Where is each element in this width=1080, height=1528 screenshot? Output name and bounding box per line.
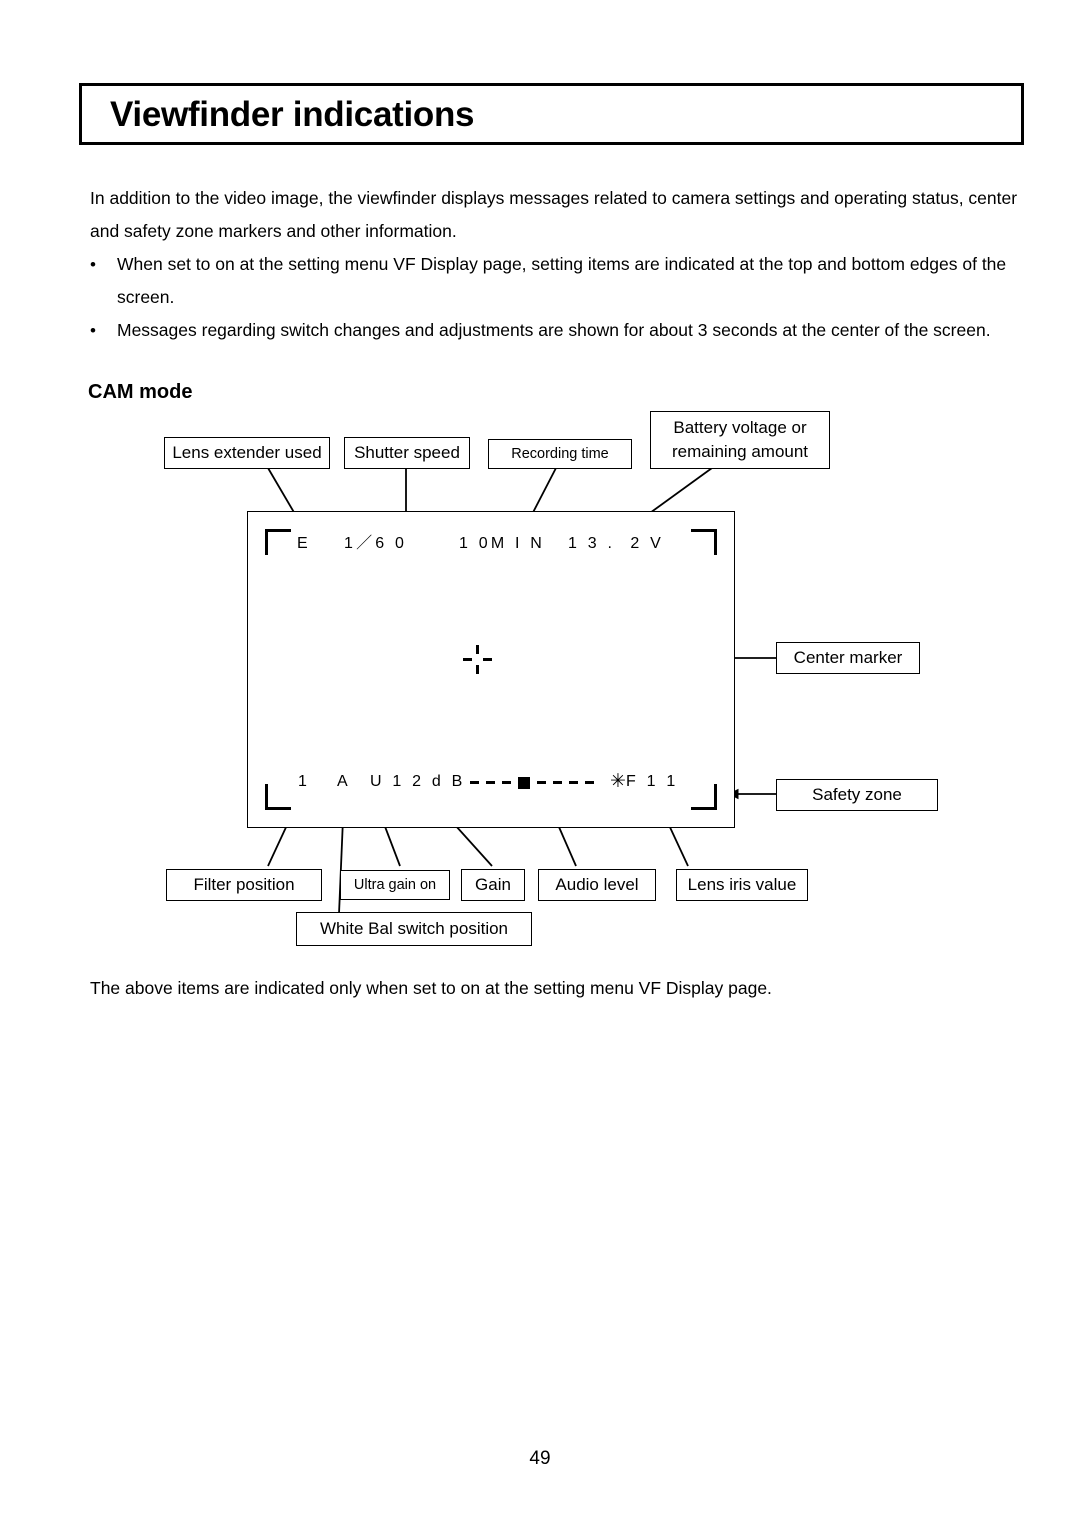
vf-battery-indicator: 1 3 . 2 V <box>568 535 665 552</box>
safety-zone-corner-top-right <box>691 529 717 555</box>
audio-meter-dash <box>537 781 546 784</box>
bullet-icon: • <box>90 255 96 274</box>
safety-zone-corner-bottom-left <box>265 784 291 810</box>
page-title-banner: Viewfinder indications <box>79 83 1024 145</box>
viewfinder-frame: E 1／6 0 1 0M I N 1 3 . 2 V 1 A U 1 2 d B… <box>247 511 735 828</box>
section-heading-cam-mode: CAM mode <box>88 381 193 403</box>
list-item: • Messages regarding switch changes and … <box>90 314 1020 347</box>
vf-filter-position-indicator: 1 <box>298 773 311 790</box>
vf-recording-time-indicator: 1 0M I N <box>459 535 546 552</box>
vf-white-bal-indicator: A <box>337 773 351 790</box>
callout-safety-zone: Safety zone <box>776 779 938 811</box>
bullet-text: When set to on at the setting menu VF Di… <box>117 254 1007 307</box>
intro-section: In addition to the video image, the view… <box>90 182 1020 347</box>
bullet-text: Messages regarding switch changes and ad… <box>117 320 991 340</box>
audio-meter-dash <box>486 781 495 784</box>
list-item: • When set to on at the setting menu VF … <box>90 248 1020 314</box>
callout-recording-time: Recording time <box>488 439 632 469</box>
page-number: 49 <box>529 1448 551 1469</box>
callout-filter-position: Filter position <box>166 869 322 901</box>
vf-audio-level-meter: ✳ <box>470 771 626 792</box>
callout-battery-voltage: Battery voltage or remaining amount <box>650 411 830 469</box>
callout-ultra-gain-on: Ultra gain on <box>340 870 450 900</box>
audio-meter-level-block <box>518 776 530 789</box>
vf-shutter-speed-indicator: 1／6 0 <box>344 535 408 552</box>
safety-zone-corner-bottom-right <box>691 784 717 810</box>
callout-white-bal-switch-position: White Bal switch position <box>296 912 532 946</box>
center-marker-icon <box>463 645 492 674</box>
callout-gain: Gain <box>461 869 525 901</box>
audio-meter-peak-icon: ✳ <box>610 771 626 792</box>
callout-lens-extender-used: Lens extender used <box>164 437 330 469</box>
audio-meter-dash <box>470 781 479 784</box>
vf-gain-indicator: U 1 2 d B <box>370 773 466 790</box>
audio-meter-dash <box>502 781 511 784</box>
audio-meter-dash <box>585 781 594 784</box>
vf-iris-value-indicator: F 1 1 <box>626 773 679 790</box>
intro-paragraph: In addition to the video image, the view… <box>90 188 1018 241</box>
vf-extender-indicator: E <box>297 535 311 552</box>
callout-audio-level: Audio level <box>538 869 656 901</box>
callout-shutter-speed: Shutter speed <box>344 437 470 469</box>
page-title: Viewfinder indications <box>110 94 475 134</box>
bullet-icon: • <box>90 321 96 340</box>
audio-meter-dash <box>569 781 578 784</box>
closing-paragraph: The above items are indicated only when … <box>90 978 772 998</box>
callout-center-marker: Center marker <box>776 642 920 674</box>
callout-lens-iris-value: Lens iris value <box>676 869 808 901</box>
safety-zone-corner-top-left <box>265 529 291 555</box>
audio-meter-dash <box>553 781 562 784</box>
